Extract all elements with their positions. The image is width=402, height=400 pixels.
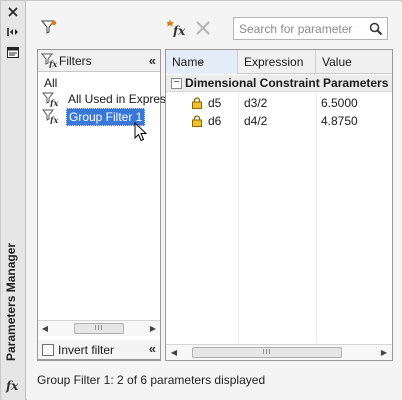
collapse-filters-bottom-button[interactable]: «: [149, 341, 156, 356]
parameter-value: 4.8750: [321, 114, 358, 128]
parameter-value: 6.5000: [321, 96, 358, 110]
column-header-expression[interactable]: Expression: [238, 50, 316, 74]
grid-horizontal-scrollbar[interactable]: ◀ III ▶: [166, 344, 392, 360]
search-input[interactable]: [239, 21, 365, 37]
filter-tree-item-label: All Used in Expres: [68, 92, 167, 106]
invert-filter-checkbox[interactable]: [42, 344, 54, 356]
collapse-group-toggle[interactable]: −: [171, 78, 182, 89]
search-box: [233, 17, 388, 40]
new-user-parameter-icon[interactable]: fx: [167, 19, 187, 37]
svg-text:fx: fx: [48, 59, 57, 68]
funnel-icon[interactable]: [41, 20, 57, 34]
palette-title-strip: Parameters Manager fx: [1, 1, 26, 400]
parameters-grid: Name ▲ Expression Value − Dimensional Co…: [165, 49, 393, 361]
scroll-right-icon[interactable]: ▶: [379, 348, 389, 358]
parameters-manager-window: Parameters Manager fx fx fx Filters: [0, 0, 402, 400]
delete-icon[interactable]: [196, 21, 210, 35]
main-panel: fx fx Filters « All: [27, 2, 402, 400]
svg-text:fx: fx: [172, 24, 186, 37]
parameter-name: d5: [208, 96, 222, 110]
scroll-left-icon[interactable]: ◀: [40, 324, 50, 334]
group-row-dimensional-constraints[interactable]: − Dimensional Constraint Parameters: [166, 75, 392, 92]
grid-header: Name ▲ Expression Value: [166, 50, 392, 74]
search-icon[interactable]: [369, 22, 383, 36]
scroll-left-icon[interactable]: ◀: [169, 348, 179, 358]
sort-ascending-icon: ▲: [198, 60, 204, 66]
filters-title: Filters: [59, 54, 92, 68]
column-header-value[interactable]: Value: [316, 50, 392, 74]
filters-panel: fx Filters « All fx All Used in Expres f…: [37, 49, 166, 361]
svg-text:fx: fx: [49, 98, 58, 107]
properties-icon[interactable]: [5, 45, 21, 59]
column-header-name[interactable]: Name ▲: [166, 50, 238, 74]
parameter-row[interactable]: d6 d4/2 4.8750: [166, 112, 392, 130]
column-divider: [238, 93, 239, 343]
filter-fx-icon: fx: [41, 108, 64, 128]
status-text: Group Filter 1: 2 of 6 parameters displa…: [37, 373, 266, 387]
filter-tree-item-all[interactable]: All: [44, 75, 57, 91]
filter-tree-item-label: All: [44, 76, 58, 90]
fx-icon: fx: [6, 379, 19, 393]
column-divider: [316, 93, 317, 343]
parameter-expression[interactable]: d3/2: [244, 96, 267, 110]
collapse-filters-button[interactable]: «: [149, 53, 156, 68]
parameter-name: d6: [208, 114, 222, 128]
filter-fx-icon: fx: [40, 53, 59, 71]
svg-text:fx: fx: [49, 115, 58, 124]
group-label: Dimensional Constraint Parameters: [185, 76, 389, 90]
parameter-expression[interactable]: d4/2: [244, 114, 267, 128]
scroll-thumb[interactable]: III: [74, 323, 124, 334]
scroll-right-icon[interactable]: ▶: [148, 324, 158, 334]
mouse-pointer-icon: [134, 121, 148, 145]
invert-filter-row: Invert filter «: [37, 340, 161, 360]
lock-icon: [192, 115, 202, 130]
parameter-row[interactable]: d5 d3/2 6.5000: [166, 94, 392, 112]
filters-horizontal-scrollbar[interactable]: ◀ III ▶: [38, 320, 160, 336]
filters-header: fx Filters «: [38, 50, 160, 72]
scroll-thumb[interactable]: III: [192, 347, 342, 358]
close-icon[interactable]: [5, 5, 21, 19]
lock-icon: [192, 97, 202, 112]
invert-filter-label[interactable]: Invert filter: [58, 343, 114, 357]
auto-hide-icon[interactable]: [5, 25, 21, 39]
